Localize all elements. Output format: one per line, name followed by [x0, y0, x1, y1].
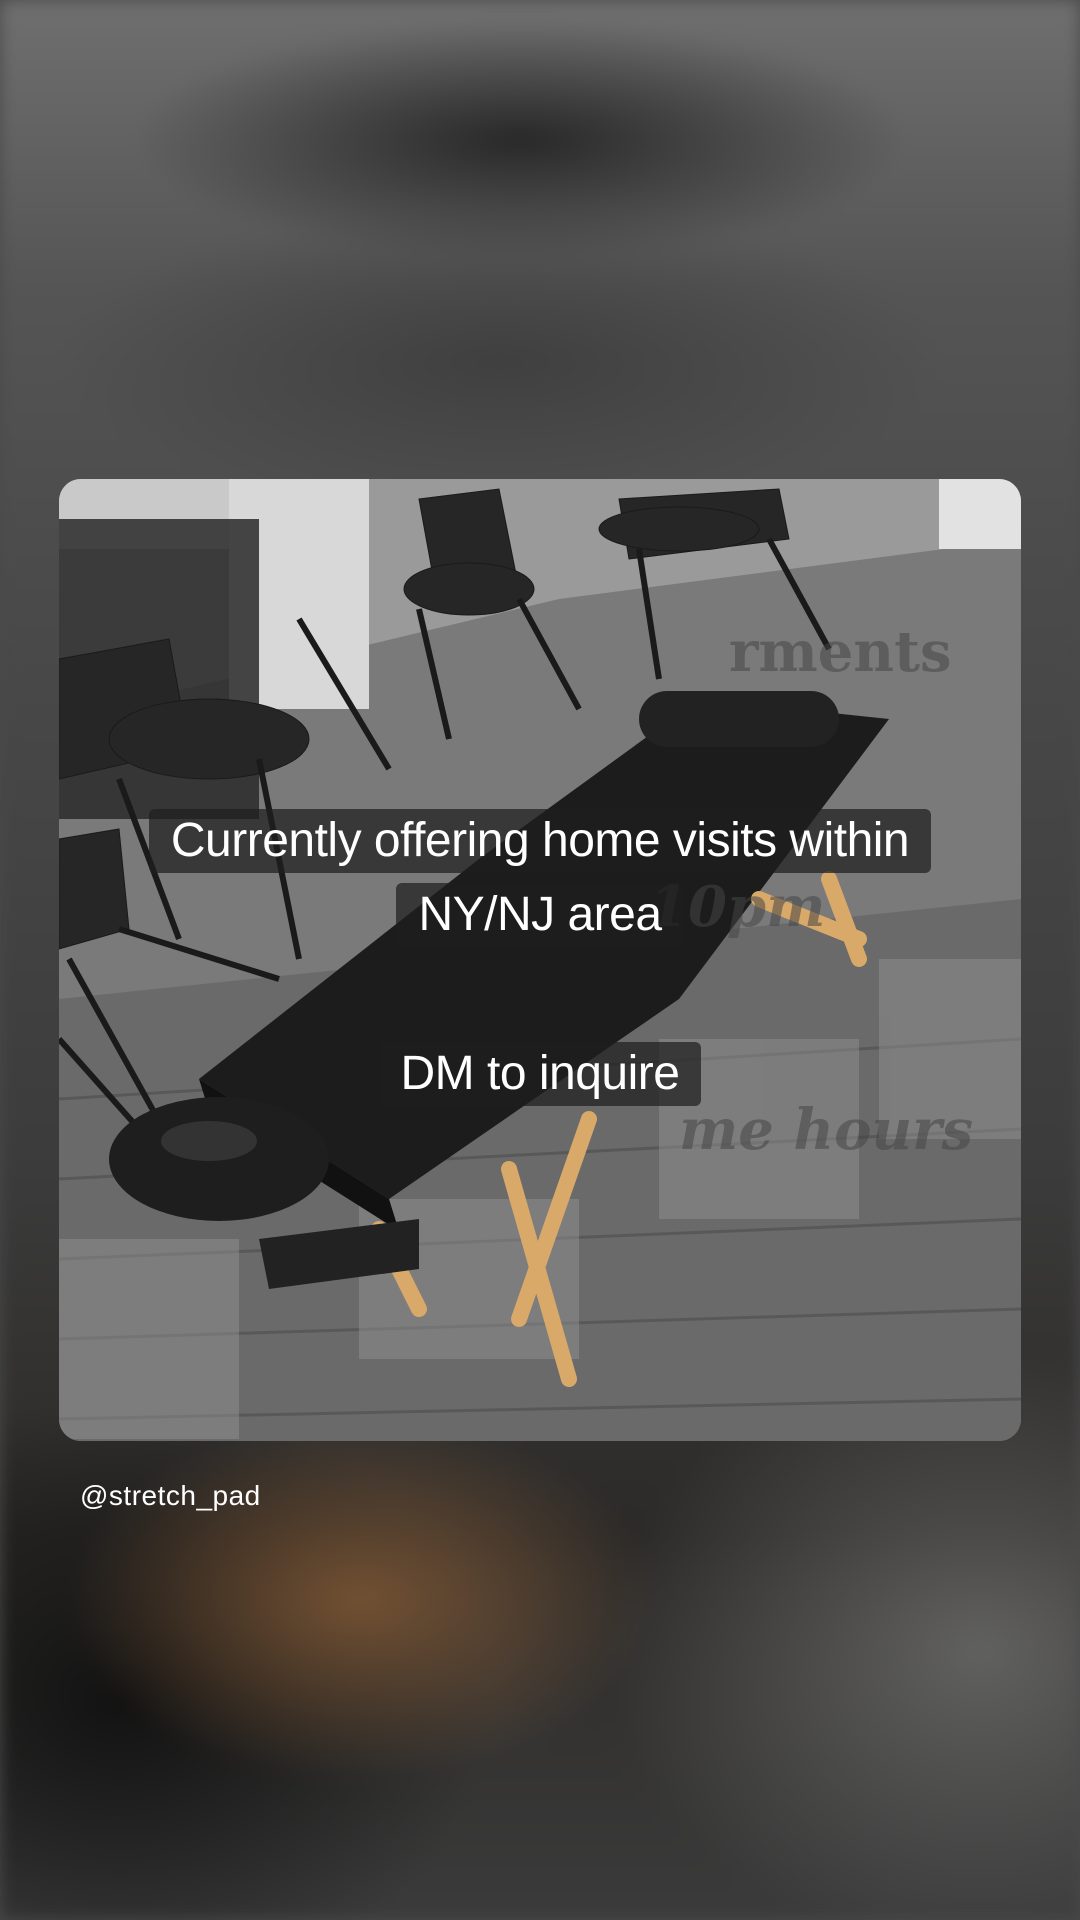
story-photo-card: rments 10pm me hours Currently offering …	[59, 479, 1021, 1441]
username-link[interactable]: @stretch_pad	[80, 1480, 261, 1512]
background-text-fragment: me hours	[679, 1097, 974, 1163]
background-text-fragment: 10pm	[649, 874, 826, 940]
background-text-fragment: rments	[729, 619, 952, 685]
